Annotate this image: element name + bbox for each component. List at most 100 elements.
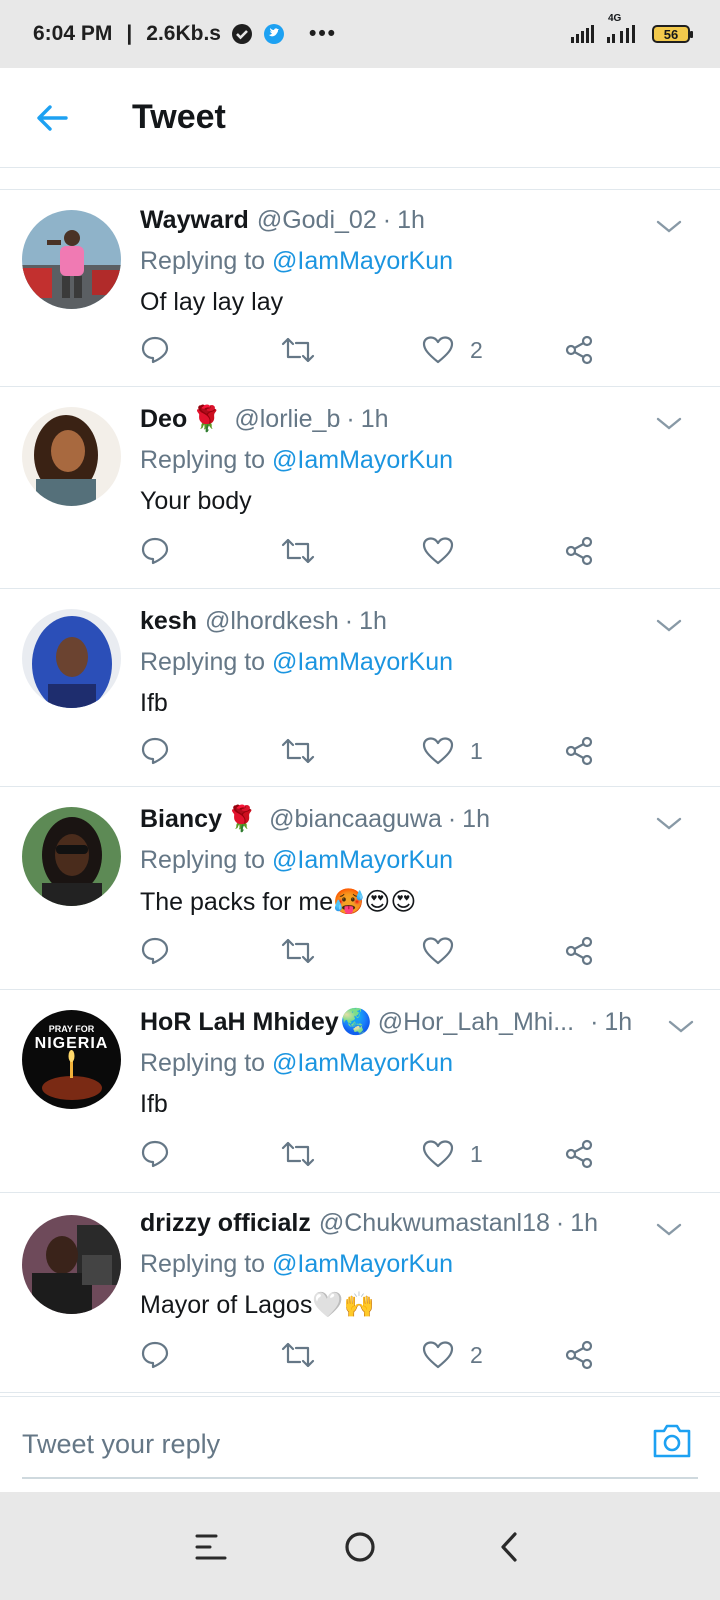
retweet-icon: [281, 337, 315, 363]
share-icon: [565, 1139, 593, 1169]
retweet-button[interactable]: [280, 1335, 316, 1375]
reply-button[interactable]: [140, 731, 170, 771]
chevron-down-icon[interactable]: [654, 615, 684, 635]
like-icon: [422, 537, 454, 565]
meta-dot: ·: [555, 1209, 565, 1237]
mention-link[interactable]: @IamMayorKun: [272, 1250, 453, 1278]
retweet-button[interactable]: [280, 330, 316, 370]
tweet-text: Of lay lay lay: [140, 288, 284, 316]
replying-prefix: Replying to: [140, 846, 273, 874]
tweet-item[interactable]: kesh @lhordkesh · 1h Replying to @IamMay…: [0, 589, 720, 787]
home-button[interactable]: [335, 1522, 385, 1572]
reply-input[interactable]: [22, 1423, 602, 1465]
user-handle[interactable]: @lorlie_b: [234, 405, 340, 434]
like-button[interactable]: 1: [422, 1134, 483, 1174]
display-name[interactable]: HoR LaH Mhidey: [140, 1008, 339, 1037]
chevron-down-icon[interactable]: [666, 1016, 696, 1036]
share-button[interactable]: [564, 531, 594, 571]
tweet-actions: 1: [140, 731, 610, 771]
avatar[interactable]: [22, 609, 121, 708]
tweet-actions: [140, 931, 610, 971]
share-button[interactable]: [564, 1134, 594, 1174]
status-speed: 2.6Kb.s: [146, 22, 221, 45]
tweet-item[interactable]: drizzy officialz @Chukwumastanl18 · 1h R…: [0, 1193, 720, 1393]
reply-list: Wayward @Godi_02 · 1h Replying to @IamMa…: [0, 190, 720, 1393]
avatar[interactable]: PRAY FOR NIGERIA: [22, 1010, 121, 1109]
like-button[interactable]: [422, 531, 470, 571]
tweet-actions: 2: [140, 330, 610, 370]
user-handle[interactable]: @Hor_Lah_Mhi...: [378, 1008, 574, 1037]
tweet-item[interactable]: PRAY FOR NIGERIA HoR LaH Mhidey 🌏 @Hor_L…: [0, 990, 720, 1193]
signal-4g-icon: 4G: [606, 13, 640, 43]
share-button[interactable]: [564, 330, 594, 370]
avatar[interactable]: [22, 407, 121, 506]
mention-link[interactable]: @IamMayorKun: [272, 846, 453, 874]
tweet-item[interactable]: Biancy 🌹 @biancaaguwa · 1h Replying to @…: [0, 787, 720, 990]
avatar[interactable]: [22, 210, 121, 309]
share-button[interactable]: [564, 1335, 594, 1375]
user-handle[interactable]: @biancaaguwa: [269, 805, 442, 834]
tweet-item[interactable]: Deo 🌹 @lorlie_b · 1h Replying to @IamMay…: [0, 387, 720, 589]
display-name[interactable]: Wayward: [140, 206, 249, 235]
mention-link[interactable]: @IamMayorKun: [272, 247, 453, 275]
share-icon: [565, 936, 593, 966]
app-header: Tweet: [0, 68, 720, 168]
name-emoji: 🌹: [191, 405, 223, 433]
share-button[interactable]: [564, 731, 594, 771]
like-button[interactable]: 2: [422, 330, 483, 370]
system-back-button[interactable]: [484, 1522, 534, 1572]
name-emoji: 🌹: [225, 805, 258, 833]
like-button[interactable]: 2: [422, 1335, 483, 1375]
camera-button[interactable]: [650, 1419, 694, 1463]
meta-dot: ·: [447, 805, 457, 833]
like-icon: [422, 737, 454, 765]
user-handle[interactable]: @lhordkesh: [205, 607, 339, 636]
reply-button[interactable]: [140, 931, 170, 971]
tweet-item[interactable]: Wayward @Godi_02 · 1h Replying to @IamMa…: [0, 190, 720, 387]
display-name[interactable]: drizzy officialz: [140, 1209, 311, 1238]
mention-link[interactable]: @IamMayorKun: [272, 446, 453, 474]
timestamp: 1h: [462, 805, 490, 833]
back-button[interactable]: [22, 88, 82, 148]
display-name[interactable]: kesh: [140, 607, 197, 636]
avatar[interactable]: [22, 1215, 121, 1314]
display-name[interactable]: Biancy: [140, 805, 222, 834]
tweet-actions: 2: [140, 1335, 610, 1375]
reply-button[interactable]: [140, 1335, 170, 1375]
back-chevron-icon: [501, 1532, 517, 1562]
retweet-button[interactable]: [280, 531, 316, 571]
tweet-text: Ifb: [140, 1090, 168, 1118]
reply-button[interactable]: [140, 330, 170, 370]
retweet-button[interactable]: [280, 931, 316, 971]
user-handle[interactable]: @Godi_02: [257, 206, 377, 235]
share-icon: [565, 536, 593, 566]
chevron-down-icon[interactable]: [654, 216, 684, 236]
tweet-actions: [140, 531, 610, 571]
twitter-bird-icon: [263, 23, 285, 45]
tweet-meta: drizzy officialz @Chukwumastanl18 · 1h: [140, 1209, 696, 1238]
replying-prefix: Replying to: [140, 1049, 273, 1077]
retweet-icon: [281, 1342, 315, 1368]
recents-button[interactable]: [186, 1522, 236, 1572]
replying-prefix: Replying to: [140, 1250, 273, 1278]
tweet-meta: Wayward @Godi_02 · 1h: [140, 206, 696, 235]
reply-button[interactable]: [140, 531, 170, 571]
timestamp: 1h: [360, 405, 389, 433]
meta-dot: ·: [382, 206, 392, 234]
avatar[interactable]: [22, 807, 121, 906]
retweet-button[interactable]: [280, 1134, 316, 1174]
chevron-down-icon[interactable]: [654, 1219, 684, 1239]
chevron-down-icon[interactable]: [654, 813, 684, 833]
mention-link[interactable]: @IamMayorKun: [272, 648, 453, 676]
replying-prefix: Replying to: [140, 446, 273, 474]
like-button[interactable]: [422, 931, 470, 971]
display-name[interactable]: Deo: [140, 405, 187, 434]
share-button[interactable]: [564, 931, 594, 971]
status-time: 6:04 PM: [33, 22, 113, 45]
chevron-down-icon[interactable]: [654, 413, 684, 433]
like-button[interactable]: 1: [422, 731, 483, 771]
user-handle[interactable]: @Chukwumastanl18: [319, 1209, 550, 1238]
mention-link[interactable]: @IamMayorKun: [272, 1049, 453, 1077]
reply-button[interactable]: [140, 1134, 170, 1174]
retweet-button[interactable]: [280, 731, 316, 771]
